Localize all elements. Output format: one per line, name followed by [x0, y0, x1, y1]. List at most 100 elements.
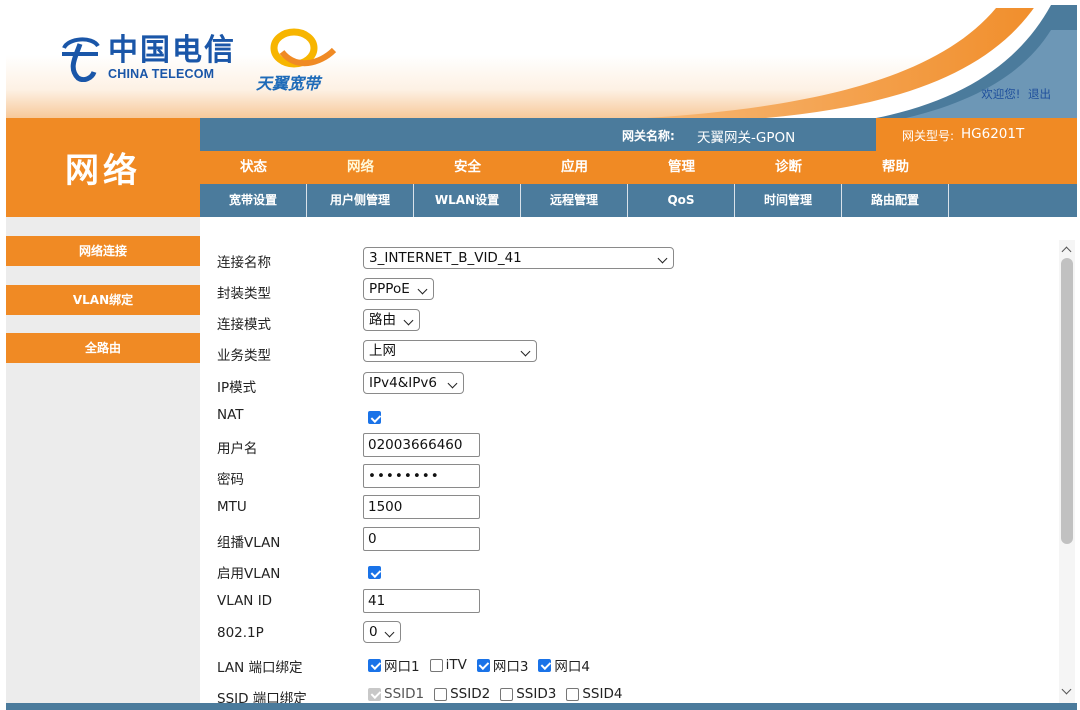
encapsulation-value: PPPoE [369, 281, 410, 297]
gateway-name-label: 网关名称: [622, 129, 675, 143]
sub-nav-routing[interactable]: 路由配置 [842, 184, 949, 217]
ssid4-option[interactable]: SSID4 [566, 686, 622, 702]
ssid2-label: SSID2 [450, 686, 491, 702]
lan-port4-option[interactable]: 网口4 [538, 655, 590, 675]
ssid2-checkbox[interactable] [434, 687, 448, 701]
main-nav-application[interactable]: 应用 [521, 151, 628, 184]
sub-nav-qos[interactable]: QoS [628, 184, 735, 217]
lan-port4-label: 网口4 [554, 659, 591, 675]
telecom-e-icon [62, 37, 100, 82]
sub-nav-time[interactable]: 时间管理 [735, 184, 842, 217]
dot1p-label: 802.1P [217, 625, 264, 641]
section-title: 网络 [6, 118, 200, 217]
logout-link[interactable]: 退出 [1028, 87, 1051, 101]
connection-name-value: 3_INTERNET_B_VID_41 [369, 250, 522, 266]
main-nav: 状态 网络 安全 应用 管理 诊断 帮助 [200, 151, 1077, 184]
lan-binding-group: 网口1 iTV 网口3 网口4 [368, 655, 600, 675]
lan-itv-option[interactable]: iTV [429, 657, 467, 673]
connection-name-select[interactable]: 3_INTERNET_B_VID_41 [363, 247, 674, 269]
chevron-down-icon [657, 253, 668, 264]
lan-itv-checkbox[interactable] [429, 658, 443, 672]
ssid4-checkbox[interactable] [566, 687, 580, 701]
nat-checkbox[interactable] [368, 411, 381, 424]
nat-label: NAT [217, 407, 244, 423]
ssid3-option[interactable]: SSID3 [500, 686, 556, 702]
lan-port4-checkbox[interactable] [538, 658, 552, 672]
sidebar-item-network-connection[interactable]: 网络连接 [6, 236, 200, 266]
sub-nav: 宽带设置 用户侧管理 WLAN设置 远程管理 QoS 时间管理 路由配置 [200, 184, 1077, 217]
ssid1-checkbox [368, 687, 381, 701]
ssid3-label: SSID3 [516, 686, 557, 702]
sidebar: 网络连接 VLAN绑定 全路由 [6, 217, 200, 703]
sub-nav-wlan[interactable]: WLAN设置 [414, 184, 521, 217]
service-type-select[interactable]: 上网 [363, 340, 537, 362]
page-header: 中国电信 CHINA TELECOM 天翼宽带 欢迎您! 退出 [6, 0, 1077, 118]
mtu-input[interactable] [363, 495, 480, 519]
gateway-model-value: HG6201T [961, 126, 1025, 142]
gateway-info-bar: 网关名称: 天翼网关-GPON 网关型号: HG6201T [200, 118, 1077, 151]
lan-itv-label: iTV [445, 657, 467, 673]
welcome-area: 欢迎您! 退出 [981, 86, 1051, 102]
sidebar-item-vlan-binding[interactable]: VLAN绑定 [6, 285, 200, 315]
enable-vlan-checkbox[interactable] [368, 566, 381, 579]
main-nav-management[interactable]: 管理 [628, 151, 735, 184]
chevron-down-icon [403, 315, 414, 326]
ssid2-option[interactable]: SSID2 [434, 686, 490, 702]
multicast-vlan-input[interactable] [363, 527, 480, 551]
scroll-down-icon[interactable] [1061, 684, 1072, 695]
content-scrollbar[interactable] [1059, 240, 1075, 703]
username-label: 用户名 [217, 441, 258, 457]
chevron-down-icon [384, 627, 395, 638]
encapsulation-select[interactable]: PPPoE [363, 278, 434, 300]
enable-vlan-label: 启用VLAN [217, 566, 281, 582]
username-input[interactable] [363, 433, 480, 457]
dot1p-value: 0 [369, 624, 378, 640]
china-telecom-logo: 中国电信 CHINA TELECOM [58, 34, 236, 82]
footer-bar [6, 703, 1077, 710]
lan-port1-checkbox[interactable] [368, 658, 381, 672]
brand-en-text: CHINA TELECOM [108, 67, 215, 81]
chevron-down-icon [417, 284, 428, 295]
lan-port3-checkbox[interactable] [476, 658, 490, 672]
lan-port1-label: 网口1 [384, 659, 420, 675]
gateway-name-value: 天翼网关-GPON [697, 130, 796, 146]
lan-port3-option[interactable]: 网口3 [476, 655, 528, 675]
connection-mode-value: 路由 [369, 312, 396, 328]
sub-nav-remote[interactable]: 远程管理 [521, 184, 628, 217]
scroll-up-icon[interactable] [1061, 246, 1072, 257]
vlan-id-label: VLAN ID [217, 593, 273, 609]
lan-port1-option[interactable]: 网口1 [368, 655, 420, 675]
main-nav-status[interactable]: 状态 [200, 151, 307, 184]
password-input[interactable] [363, 464, 480, 488]
brand-cn-text: 中国电信 [108, 33, 236, 68]
ip-mode-select[interactable]: IPv4&IPv6 [363, 372, 464, 394]
encapsulation-label: 封装类型 [217, 286, 271, 302]
dot1p-select[interactable]: 0 [363, 621, 401, 643]
sub-nav-lan-management[interactable]: 用户侧管理 [307, 184, 414, 217]
connection-name-label: 连接名称 [217, 255, 271, 271]
ip-mode-value: IPv4&IPv6 [369, 375, 437, 391]
vlan-id-input[interactable] [363, 589, 480, 613]
main-nav-security[interactable]: 安全 [414, 151, 521, 184]
main-nav-help[interactable]: 帮助 [842, 151, 949, 184]
gateway-model-label: 网关型号: [902, 129, 955, 143]
main-nav-network[interactable]: 网络 [307, 151, 414, 184]
connection-mode-label: 连接模式 [217, 317, 271, 333]
ssid-binding-group: SSID1 SSID2 SSID3 SSID4 [368, 686, 632, 702]
multicast-vlan-label: 组播VLAN [217, 535, 281, 551]
service-type-value: 上网 [369, 343, 396, 359]
scrollbar-thumb[interactable] [1061, 258, 1073, 544]
chevron-down-icon [520, 346, 531, 357]
password-label: 密码 [217, 472, 244, 488]
ssid1-label: SSID1 [384, 686, 425, 702]
gateway-model-box: 网关型号: HG6201T [876, 118, 1077, 151]
connection-form: 连接名称 3_INTERNET_B_VID_41 封装类型 PPPoE 连接模式… [200, 217, 1059, 703]
main-nav-diagnosis[interactable]: 诊断 [735, 151, 842, 184]
ssid-binding-label: SSID 端口绑定 [217, 691, 307, 703]
chevron-down-icon [447, 378, 458, 389]
ssid3-checkbox[interactable] [500, 687, 514, 701]
sidebar-item-full-routing[interactable]: 全路由 [6, 333, 200, 363]
connection-mode-select[interactable]: 路由 [363, 309, 420, 331]
ip-mode-label: IP模式 [217, 380, 257, 396]
sub-nav-broadband[interactable]: 宽带设置 [200, 184, 307, 217]
